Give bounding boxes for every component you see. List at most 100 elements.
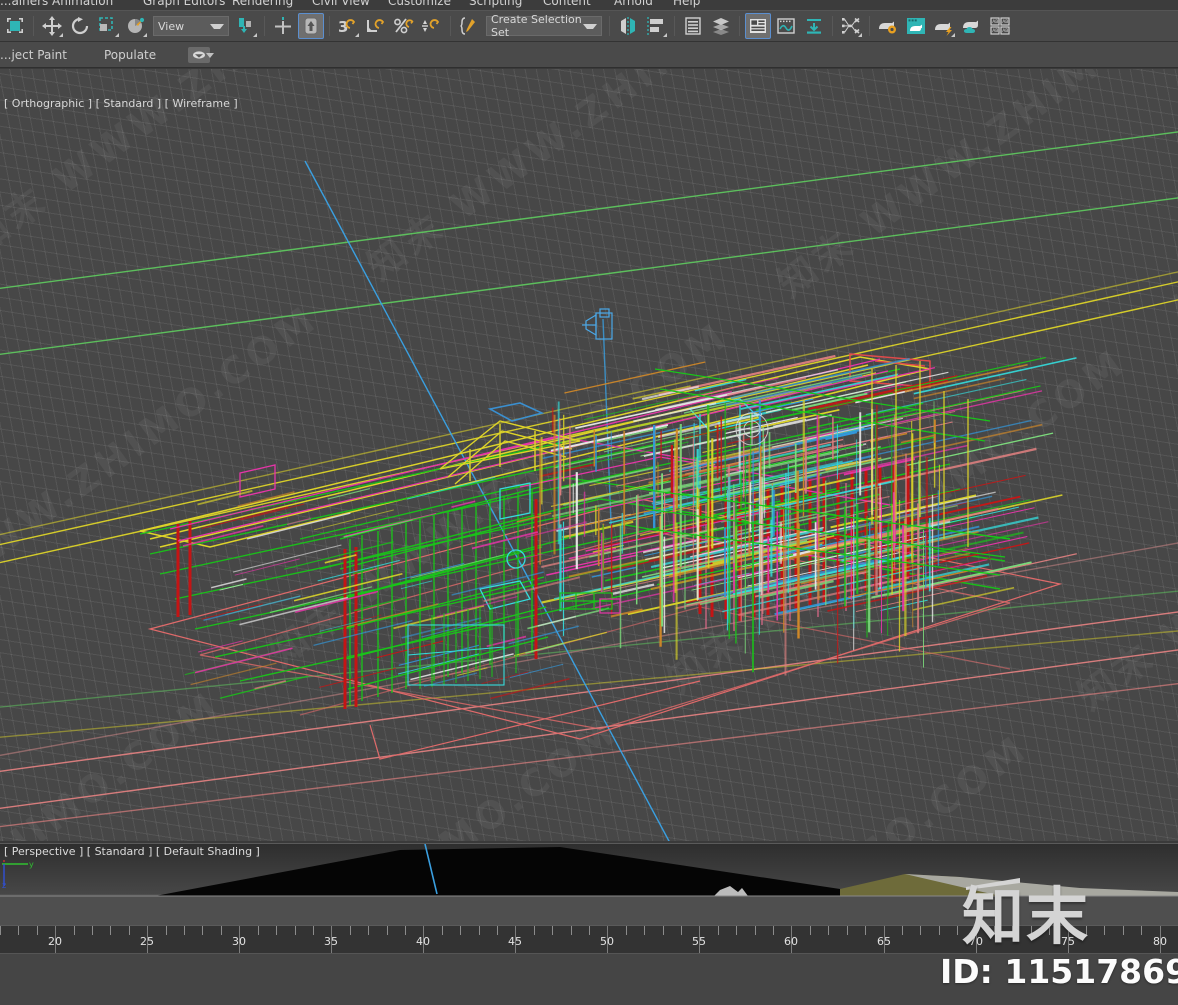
secondary-toolbar: ...ject Paint Populate <box>0 42 1178 68</box>
ruler-tick <box>902 926 903 935</box>
ruler-label: 65 <box>877 935 891 948</box>
snaps-toggle-3d-button[interactable]: 3 <box>335 13 361 39</box>
toolbar-separator <box>33 16 34 36</box>
curve-editor-button[interactable] <box>773 13 799 39</box>
toolbar-separator <box>674 16 675 36</box>
ruler-tick <box>405 926 406 935</box>
camera-gizmo <box>582 308 613 340</box>
spinner-snap-toggle-button[interactable] <box>419 13 445 39</box>
ruler-tick <box>202 926 203 935</box>
chevron-down-icon[interactable] <box>206 53 214 58</box>
ruler-tick <box>129 926 130 935</box>
schematic-view-button[interactable] <box>838 13 864 39</box>
wireframe-model <box>0 131 1178 841</box>
ruler-label: 25 <box>140 935 154 948</box>
ruler-label: 30 <box>232 935 246 948</box>
named-selection-set-combo[interactable]: Create Selection Set <box>486 13 602 39</box>
menu-item-graph-editors[interactable]: Graph Editors <box>143 0 225 8</box>
ruler-tick <box>0 926 1 935</box>
render-frame-window-button[interactable] <box>903 13 929 39</box>
reference-coordinate-system-dropdown[interactable]: View <box>153 16 229 36</box>
ruler-tick <box>626 926 627 935</box>
ruler-tick <box>497 926 498 935</box>
render-in-cloud-button[interactable] <box>959 13 985 39</box>
ruler-tick <box>957 926 958 935</box>
flyout-indicator <box>355 33 359 37</box>
svg-text:z: z <box>2 881 6 890</box>
perspective-viewport-label[interactable]: [ Perspective ] [ Standard ] [ Default S… <box>4 845 260 858</box>
menu-bar: ...ainers Animation Graph Editors Rendering… <box>0 0 1178 10</box>
ortho-viewport-label[interactable]: [ Orthographic ] [ Standard ] [ Wirefram… <box>4 97 238 110</box>
svg-text:AB: AB <box>1002 28 1008 34</box>
ruler-tick <box>166 926 167 935</box>
ruler-tick <box>920 926 921 935</box>
ruler-tick <box>663 926 664 935</box>
ruler-tick <box>258 926 259 935</box>
menu-item-rendering[interactable]: Rendering <box>232 0 293 8</box>
svg-text:y: y <box>29 860 34 869</box>
toolbar-separator <box>264 16 265 36</box>
layer-explorer-button[interactable] <box>680 13 706 39</box>
ruler-tick <box>534 926 535 935</box>
toolbar-separator <box>329 16 330 36</box>
menu-item-civil-view[interactable]: Civil View <box>312 0 370 8</box>
menu-item-help[interactable]: Help <box>673 0 700 8</box>
object-paint-label[interactable]: ...ject Paint <box>0 48 67 62</box>
ruler-tick <box>589 926 590 935</box>
ruler-tick <box>571 926 572 935</box>
ruler-tick <box>350 926 351 935</box>
select-and-scale-button[interactable] <box>95 13 121 39</box>
ruler-tick <box>460 926 461 935</box>
open-asset-tracking-button[interactable]: AB AB AB AB <box>987 13 1013 39</box>
select-and-move-button[interactable] <box>39 13 65 39</box>
ruler-tick <box>110 926 111 935</box>
ruler-label: 40 <box>416 935 430 948</box>
orthographic-viewport[interactable]: 知末 WWW.ZHIMO.COM 知末 WWW.ZHIMO.COM 知末 WWW… <box>0 69 1178 841</box>
ruler-tick <box>810 926 811 935</box>
flyout-indicator <box>253 33 257 37</box>
ruler-tick <box>37 926 38 935</box>
coord-system-value: View <box>158 19 185 33</box>
select-and-place-button[interactable] <box>123 13 149 39</box>
flyout-indicator <box>115 33 119 37</box>
render-production-button[interactable] <box>931 13 957 39</box>
undo-button[interactable] <box>2 13 28 39</box>
svg-text:AB: AB <box>992 28 998 34</box>
ruler-tick <box>442 926 443 935</box>
ruler-tick <box>295 926 296 935</box>
mirror-button[interactable] <box>615 13 641 39</box>
ruler-tick <box>644 926 645 935</box>
toolbar-separator <box>869 16 870 36</box>
menu-item-ainers[interactable]: ...ainers <box>0 0 48 8</box>
id-watermark: ID: 1151786967 <box>940 952 1178 991</box>
use-pivot-point-center-button[interactable] <box>233 13 259 39</box>
render-setup-button[interactable] <box>875 13 901 39</box>
ruler-tick <box>18 926 19 935</box>
svg-text:AB: AB <box>992 19 998 25</box>
ruler-tick <box>847 926 848 935</box>
menu-item-scripting[interactable]: Scripting <box>469 0 522 8</box>
toggle-ribbon-button[interactable] <box>745 13 771 39</box>
ruler-tick <box>313 926 314 935</box>
select-and-manipulate-button[interactable] <box>270 13 296 39</box>
material-editor-button[interactable] <box>801 13 827 39</box>
select-and-rotate-button[interactable] <box>67 13 93 39</box>
ruler-tick <box>221 926 222 935</box>
chevron-down-icon <box>210 23 224 29</box>
angle-snap-toggle-button[interactable] <box>363 13 389 39</box>
ruler-label: 55 <box>692 935 706 948</box>
menu-item-content[interactable]: Content <box>543 0 591 8</box>
menu-item-animation[interactable]: Animation <box>52 0 113 8</box>
populate-label[interactable]: Populate <box>104 48 156 62</box>
scene-explorer-button[interactable] <box>708 13 734 39</box>
percent-snap-toggle-button[interactable] <box>391 13 417 39</box>
align-button[interactable] <box>643 13 669 39</box>
ruler-tick <box>828 926 829 935</box>
menu-item-customize[interactable]: Customize <box>388 0 451 8</box>
snaps-toggle-button[interactable] <box>298 13 324 39</box>
ruler-tick <box>92 926 93 935</box>
flyout-indicator <box>59 33 63 37</box>
menu-item-arnold[interactable]: Arnold <box>614 0 653 8</box>
edit-named-selection-sets-button[interactable] <box>456 13 482 39</box>
max-application-window: ...ainers Animation Graph Editors Rendering… <box>0 0 1178 1005</box>
